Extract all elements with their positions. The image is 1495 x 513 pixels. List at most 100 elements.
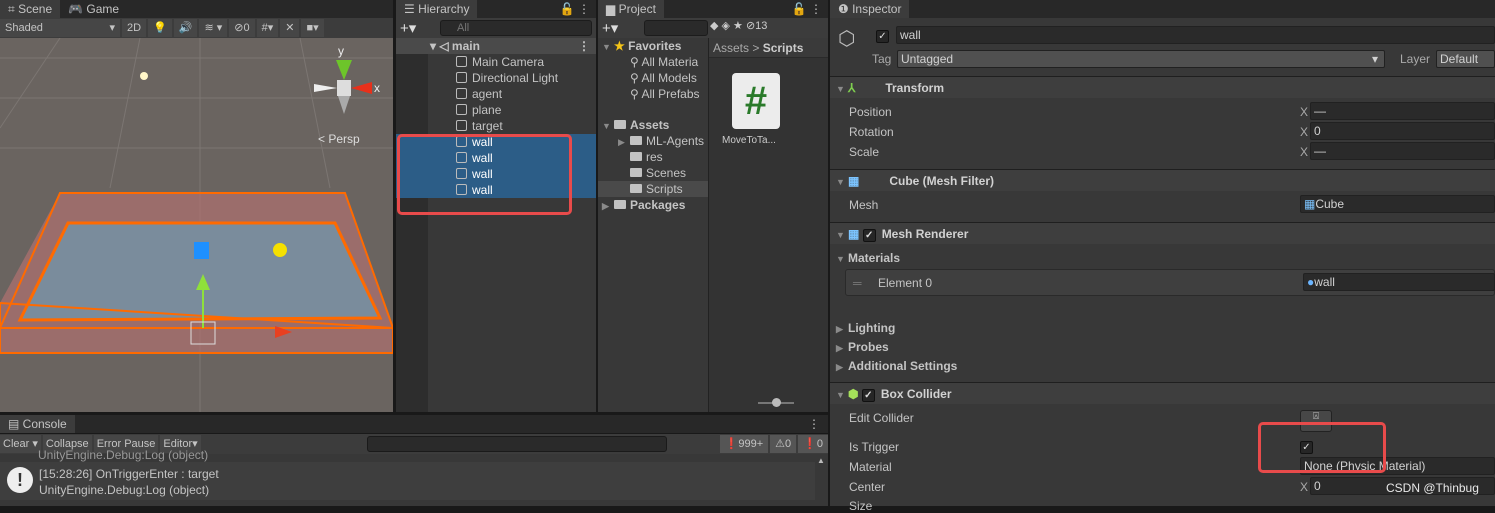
hierarchy-panel: +▾ ▾ ◁ main⋮ Main CameraDirectional Ligh… <box>396 18 596 412</box>
log-entry[interactable]: ! [15:28:26] OnTriggerEnter : target Uni… <box>0 462 815 500</box>
hierarchy-item[interactable]: target <box>396 118 596 134</box>
transform-header[interactable]: ▼ ⅄ Transform <box>830 76 1495 98</box>
console-tabbar: ▤ Console ⋮ <box>0 415 828 433</box>
materials-foldout[interactable]: ▼ Materials <box>836 251 900 265</box>
layer-dropdown[interactable]: Default <box>1436 50 1495 68</box>
gameobject-icon <box>456 104 467 115</box>
watermark: CSDN @Thinbug <box>1386 481 1479 495</box>
scene-tabbar: ⌗ Scene 🎮 Game <box>0 0 393 18</box>
transform-scale-label: Scale <box>849 145 880 159</box>
scene-root-main[interactable]: ▾ ◁ main ⋮ <box>396 38 596 54</box>
add-button[interactable]: +▾ <box>400 19 416 37</box>
edit-collider-label: Edit Collider <box>849 411 914 425</box>
audio-toggle-icon[interactable]: 🔊 <box>173 19 198 37</box>
tab-hierarchy[interactable]: ☰ Hierarchy <box>396 0 478 18</box>
hidden-objects-button[interactable]: ⊘0 <box>229 19 255 37</box>
foldout-section[interactable]: ▶ Additional Settings <box>836 359 957 373</box>
center-label: Center <box>849 480 886 494</box>
tab-inspector[interactable]: ❶ Inspector <box>830 0 910 18</box>
assets-folder[interactable]: ▼ Assets <box>602 117 669 133</box>
drag-handle-icon[interactable]: ═ <box>853 276 862 290</box>
target-sphere <box>273 243 287 257</box>
highlight-box <box>397 134 572 215</box>
breadcrumb-assets[interactable]: Assets <box>713 41 749 55</box>
transform-position-x-field[interactable]: — <box>1310 102 1495 120</box>
asset-folder[interactable]: ▶ ML-Agents <box>598 133 708 149</box>
create-button[interactable]: +▾ <box>602 19 618 37</box>
csharp-script-icon[interactable]: # <box>732 73 780 129</box>
asset-folder[interactable]: res <box>598 149 708 165</box>
camera-dropdown-icon[interactable]: ■▾ <box>301 19 324 37</box>
transform-position-label: Position <box>849 105 892 119</box>
asset-folder[interactable]: Scripts <box>598 181 708 197</box>
gameobject-icon[interactable]: ⬡ <box>838 26 855 51</box>
scene-render: y x < Persp <box>0 37 395 412</box>
favorite-item[interactable]: ⚲ All Materia <box>630 54 698 70</box>
is-trigger-label: Is Trigger <box>849 440 900 454</box>
project-search-input[interactable] <box>644 20 708 36</box>
favorite-item[interactable]: ⚲ All Prefabs <box>630 86 700 102</box>
box-collider-header[interactable]: ▼ ⬢ ✓ Box Collider <box>830 382 1495 404</box>
lighting-toggle-icon[interactable]: 💡 <box>148 19 172 37</box>
search-icon: ⚲ <box>630 71 639 85</box>
folder-icon <box>630 184 642 193</box>
breadcrumb-scripts[interactable]: Scripts <box>763 41 804 55</box>
packages-folder[interactable]: ▶ Packages <box>602 197 685 213</box>
active-checkbox[interactable]: ✓ <box>876 28 889 43</box>
grid-dropdown-icon[interactable]: #▾ <box>256 19 279 37</box>
hierarchy-item[interactable]: plane <box>396 102 596 118</box>
clear-button[interactable]: Clear ▾ <box>0 435 41 453</box>
foldout-section[interactable]: ▶ Lighting <box>836 321 895 335</box>
hierarchy-search-input[interactable] <box>440 20 592 36</box>
lock-icon[interactable]: 🔓 ⋮ <box>792 0 828 18</box>
folder-icon <box>630 168 642 177</box>
transform-rotation-x-field[interactable]: 0 <box>1310 122 1495 140</box>
hierarchy-item[interactable]: Directional Light <box>396 70 596 86</box>
2d-toggle[interactable]: 2D <box>122 19 147 37</box>
icon-size-slider[interactable] <box>758 398 794 407</box>
mesh-field[interactable]: ▦Cube <box>1300 195 1495 213</box>
warning-toggle[interactable]: ⚠0 <box>770 435 797 453</box>
more-icon[interactable]: ⋮ <box>808 415 828 433</box>
tools-icon[interactable]: ✕ <box>280 19 300 37</box>
gameobject-icon <box>456 120 467 131</box>
tab-project[interactable]: ▆ Project <box>598 0 664 18</box>
asset-folder[interactable]: Scenes <box>598 165 708 181</box>
tag-dropdown[interactable]: Untagged ▾ <box>897 50 1385 68</box>
log-toggle[interactable]: ❗999+ <box>719 435 769 453</box>
inspector-tabbar: ❶ Inspector <box>830 0 1495 18</box>
search-icon: ⚲ <box>630 55 639 69</box>
object-name-field[interactable]: wall <box>896 26 1495 44</box>
favorite-item[interactable]: ⚲ All Models <box>630 70 697 86</box>
mesh-filter-header[interactable]: ▼ ▦ Cube (Mesh Filter) <box>830 169 1495 191</box>
effects-dropdown-icon[interactable]: ≋ ▾ <box>199 19 228 37</box>
axis-x-label: x <box>374 81 380 95</box>
material-element-field[interactable]: ●wall <box>1303 273 1495 291</box>
tag-label: Tag <box>872 52 892 66</box>
scene-viewport[interactable]: y x < Persp <box>0 37 395 412</box>
foldout-section[interactable]: ▶ Probes <box>836 340 889 354</box>
hierarchy-item[interactable]: agent <box>396 86 596 102</box>
transform-scale-x-field[interactable]: — <box>1310 142 1495 160</box>
projection-label[interactable]: < Persp <box>318 132 360 146</box>
lock-icon[interactable]: 🔓 ⋮ <box>560 0 596 18</box>
material-label: Material <box>849 460 892 474</box>
axis-y-label: y <box>338 44 344 58</box>
mesh-renderer-header[interactable]: ▼ ▦ ✓ Mesh Renderer <box>830 222 1495 244</box>
tab-game[interactable]: 🎮 Game <box>60 0 127 18</box>
gameobject-icon <box>456 56 467 67</box>
gameobject-icon <box>456 88 467 99</box>
scrollbar[interactable]: ▲ <box>817 456 825 465</box>
project-tabbar: ▆ Project 🔓 ⋮ <box>598 0 828 18</box>
hierarchy-item[interactable]: Main Camera <box>396 54 596 70</box>
tab-console[interactable]: ▤ Console <box>0 415 75 433</box>
tab-scene[interactable]: ⌗ Scene <box>0 0 61 18</box>
shading-dropdown[interactable]: Shaded ▾ <box>0 19 120 37</box>
size-label: Size <box>849 499 873 513</box>
filter-buttons[interactable]: ◆ ◈ ★ ⊘13 <box>710 19 767 32</box>
error-toggle[interactable]: ❗0 <box>798 435 828 453</box>
breadcrumb: Assets > Scripts <box>709 38 828 58</box>
search-icon: ⚲ <box>630 87 639 101</box>
console-search-input[interactable] <box>366 436 667 452</box>
favorites-folder[interactable]: ▼ ★ Favorites <box>602 38 681 54</box>
